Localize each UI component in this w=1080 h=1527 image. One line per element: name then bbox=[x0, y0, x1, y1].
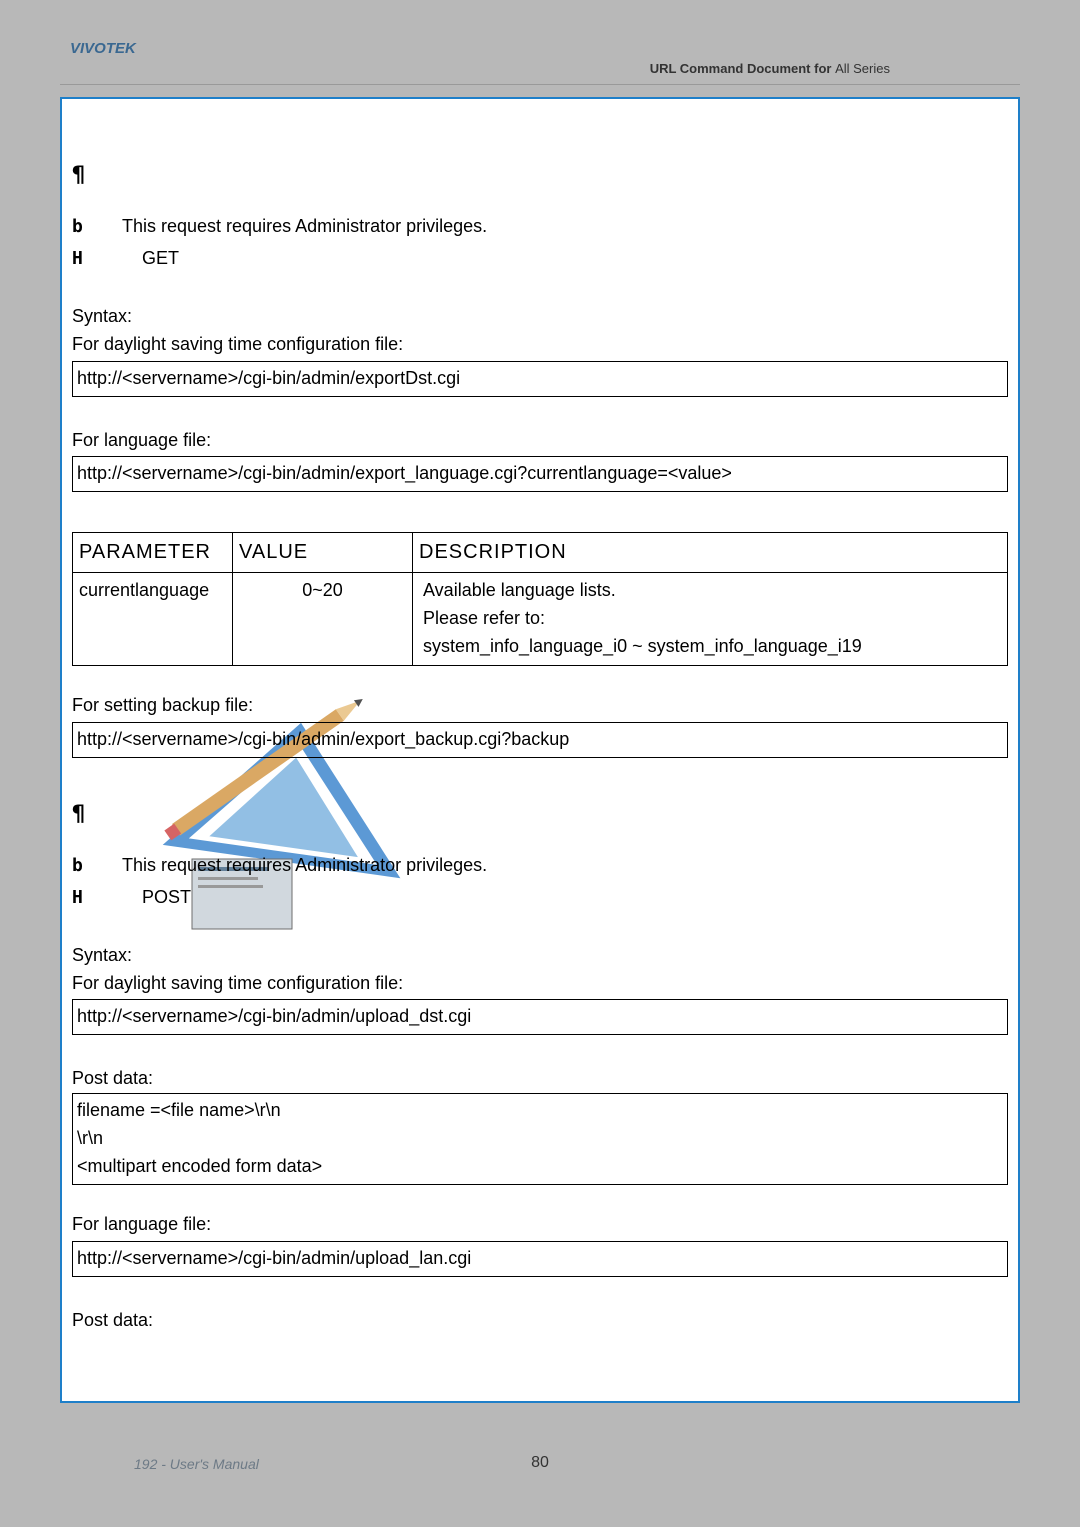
lang-url-2: http://<servername>/cgi-bin/admin/upload… bbox=[72, 1241, 1008, 1277]
th-description: DESCRIPTION bbox=[413, 533, 1008, 573]
doc-title-series: All Series bbox=[835, 61, 890, 76]
note-text: This request requires Administrator priv… bbox=[122, 852, 1008, 880]
page: VIVOTEK URL Command Document for All Ser… bbox=[60, 40, 1020, 1497]
td-description: Available language lists. Please refer t… bbox=[413, 573, 1008, 666]
post-line: \r\n bbox=[77, 1125, 1003, 1153]
parameter-table: PARAMETER VALUE DESCRIPTION currentlangu… bbox=[72, 532, 1008, 666]
section-1-marker: ¶ bbox=[72, 159, 1008, 193]
syntax-label-1: Syntax: bbox=[72, 303, 1008, 331]
syntax-label-2: Syntax: bbox=[72, 942, 1008, 970]
bullet-glyph: b bbox=[72, 852, 122, 880]
doc-title: URL Command Document for All Series bbox=[70, 61, 1010, 76]
dst-label-2: For daylight saving time configuration f… bbox=[72, 970, 1008, 998]
backup-url: http://<servername>/cgi-bin/admin/export… bbox=[72, 722, 1008, 758]
content-body: ¶ b This request requires Administrator … bbox=[72, 159, 1008, 1335]
section-2-marker: ¶ bbox=[72, 798, 1008, 832]
table-header-row: PARAMETER VALUE DESCRIPTION bbox=[73, 533, 1008, 573]
dst-label-1: For daylight saving time configuration f… bbox=[72, 331, 1008, 359]
th-value: VALUE bbox=[233, 533, 413, 573]
postdata-label: Post data: bbox=[72, 1065, 1008, 1093]
dst-url-2: http://<servername>/cgi-bin/admin/upload… bbox=[72, 999, 1008, 1035]
postdata-label-2: Post data: bbox=[72, 1307, 1008, 1335]
td-value: 0~20 bbox=[233, 573, 413, 666]
brand-logo-text: VIVOTEK bbox=[70, 40, 1010, 57]
content-frame: ¶ b This request requires Administrator … bbox=[60, 97, 1020, 1403]
bullet-glyph: b bbox=[72, 213, 122, 241]
note-text: This request requires Administrator priv… bbox=[122, 213, 1008, 241]
note-row-2: b This request requires Administrator pr… bbox=[72, 852, 1008, 880]
page-number: 80 bbox=[60, 1454, 1020, 1472]
method-row-2: H POST bbox=[72, 884, 1008, 912]
lang-label-2: For language file: bbox=[72, 1211, 1008, 1239]
lang-url-1: http://<servername>/cgi-bin/admin/export… bbox=[72, 456, 1008, 492]
desc-line: Please refer to: bbox=[419, 605, 1001, 633]
post-line: filename =<file name>\r\n bbox=[77, 1097, 1003, 1125]
th-parameter: PARAMETER bbox=[73, 533, 233, 573]
lang-label-1: For language file: bbox=[72, 427, 1008, 455]
backup-label: For setting backup file: bbox=[72, 692, 1008, 720]
method-row-1: H GET bbox=[72, 245, 1008, 273]
table-row: currentlanguage 0~20 Available language … bbox=[73, 573, 1008, 666]
method-text: POST bbox=[122, 884, 1008, 912]
bullet-glyph: H bbox=[72, 245, 122, 273]
bullet-glyph: H bbox=[72, 884, 122, 912]
note-row-1: b This request requires Administrator pr… bbox=[72, 213, 1008, 241]
postdata-box: filename =<file name>\r\n \r\n <multipar… bbox=[72, 1093, 1008, 1185]
post-line: <multipart encoded form data> bbox=[77, 1153, 1003, 1181]
desc-line: system_info_language_i0 ~ system_info_la… bbox=[419, 633, 1001, 661]
dst-url-1: http://<servername>/cgi-bin/admin/export… bbox=[72, 361, 1008, 397]
method-text: GET bbox=[122, 245, 1008, 273]
td-parameter: currentlanguage bbox=[73, 573, 233, 666]
doc-title-bold: URL Command Document for bbox=[650, 61, 835, 76]
page-header: VIVOTEK URL Command Document for All Ser… bbox=[60, 40, 1020, 85]
desc-line: Available language lists. bbox=[419, 577, 1001, 605]
